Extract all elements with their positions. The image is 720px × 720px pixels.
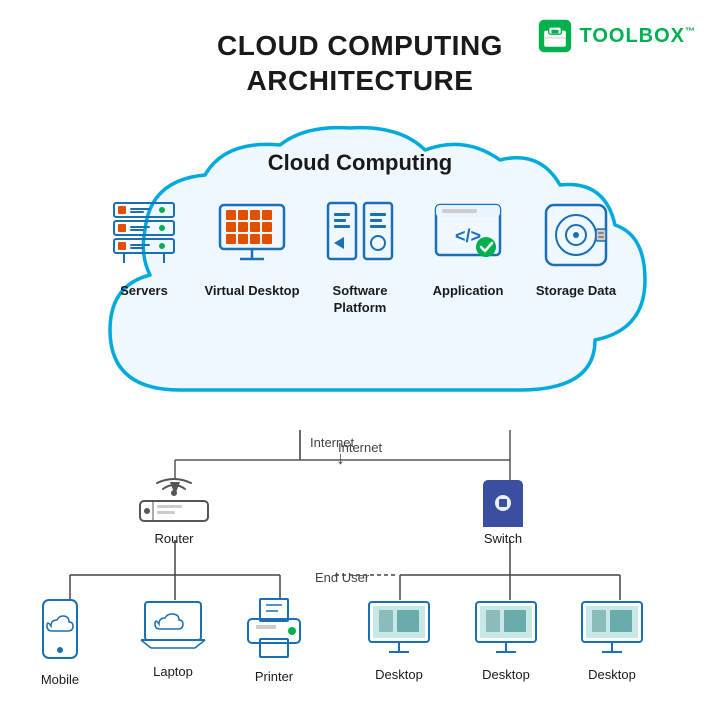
virtual-desktop-icon [212,195,292,275]
application-icon: </> [428,195,508,275]
end-user-label: End User [315,570,369,585]
mobile-node: Mobile [35,598,85,687]
cloud-item-virtual-desktop: Virtual Desktop [202,195,302,300]
laptop-icon [137,598,209,660]
printer-node: Printer [240,595,308,684]
desktop2-label: Desktop [482,667,530,682]
switch-label: Switch [484,531,522,546]
switch-icon [473,475,533,527]
desktop1-node: Desktop [365,598,433,682]
cloud-items: Servers [90,195,630,317]
desktop1-label: Desktop [375,667,423,682]
laptop-node: Laptop [137,598,209,679]
internet-text: Internet [310,435,354,450]
printer-label: Printer [255,669,293,684]
desktop3-icon [578,598,646,663]
software-platform-label: Software Platform [310,283,410,317]
laptop-label: Laptop [153,664,193,679]
storage-data-icon [536,195,616,275]
printer-icon [240,595,308,665]
servers-label: Servers [120,283,168,300]
router-label: Router [154,531,193,546]
mobile-label: Mobile [41,672,79,687]
desktop3-label: Desktop [588,667,636,682]
cloud-item-software-platform: Software Platform [310,195,410,317]
router-node: Router [135,475,213,546]
storage-data-label: Storage Data [536,283,616,300]
cloud-item-application: </> Application [418,195,518,300]
software-platform-icon [320,195,400,275]
desktop3-node: Desktop [578,598,646,682]
network-area: Internet [0,430,720,720]
internet-arrow: ↓ [336,448,345,469]
router-icon [135,475,213,527]
cloud-item-storage-data: Storage Data [526,195,626,300]
desktop2-node: Desktop [472,598,540,682]
application-label: Application [433,283,504,300]
mobile-icon [35,598,85,668]
page-title: CLOUD COMPUTING ARCHITECTURE [0,28,720,98]
virtual-desktop-label: Virtual Desktop [204,283,299,300]
cloud-label: Cloud Computing [50,150,670,176]
cloud-container: Cloud Computing [50,120,670,430]
cloud-item-servers: Servers [94,195,194,300]
switch-node: Switch [473,475,533,546]
servers-icon [104,195,184,275]
desktop2-icon [472,598,540,663]
desktop1-icon [365,598,433,663]
